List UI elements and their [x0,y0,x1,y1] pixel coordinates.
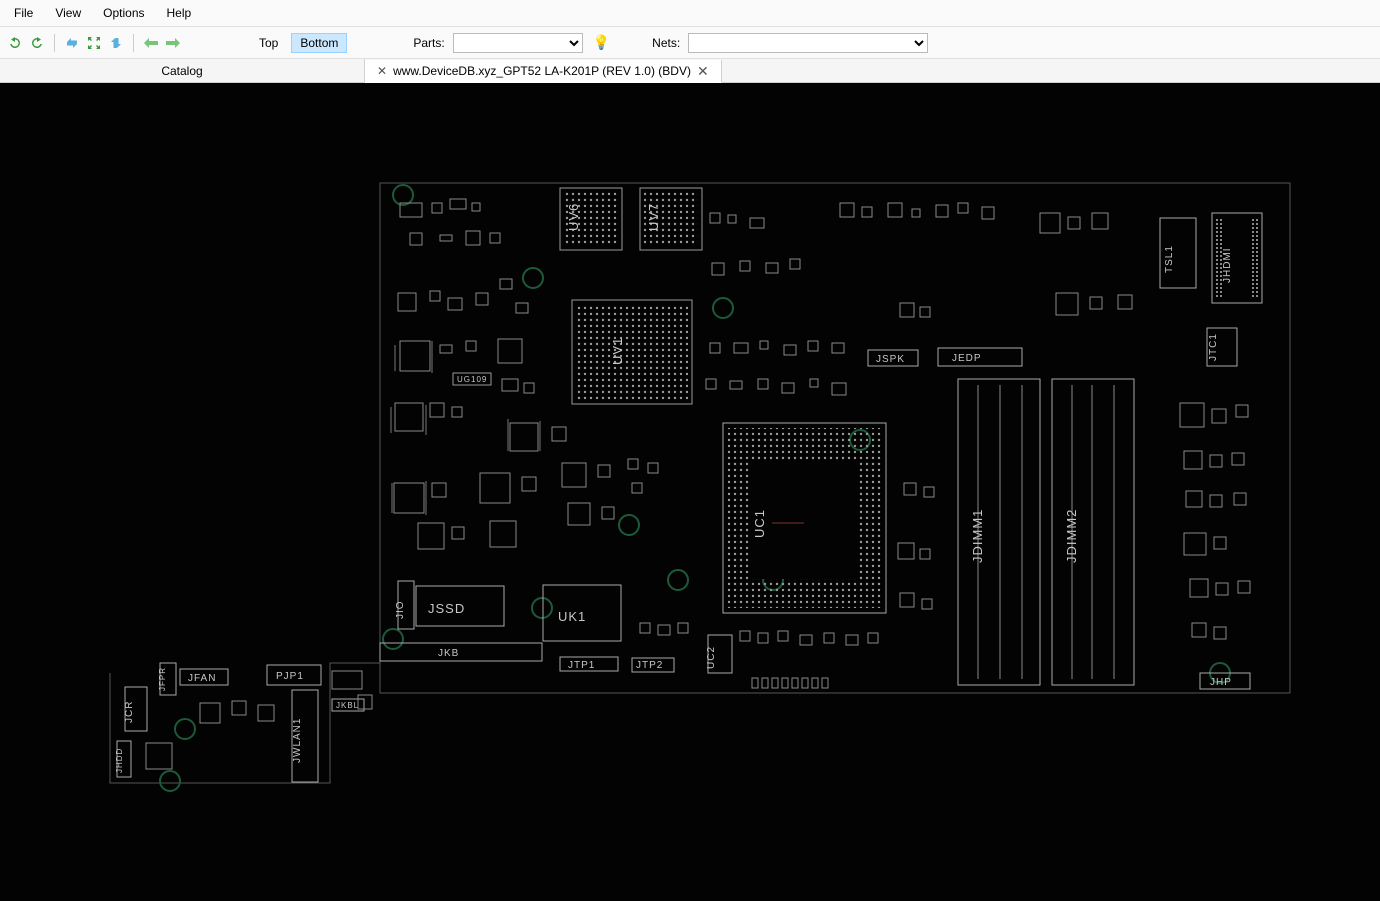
rotate-ccw-icon[interactable] [6,34,24,52]
shuffle-icon: ✕ [377,64,387,78]
svg-text:UV1: UV1 [610,337,625,365]
svg-text:JDIMM2: JDIMM2 [1064,509,1079,563]
board-canvas[interactable]: UV6 UV7 UV1 UC1 JDIMM1 JDIMM2 JSPK JEDP … [0,83,1380,901]
menu-help[interactable]: Help [157,2,202,24]
bulb-icon[interactable]: 💡 [593,34,610,51]
zoom-out-icon[interactable] [63,34,81,52]
svg-text:JTP2: JTP2 [636,660,663,671]
menu-view[interactable]: View [45,2,91,24]
svg-text:JFPR: JFPR [158,667,167,691]
svg-text:JSSD: JSSD [428,601,465,616]
menu-file[interactable]: File [4,2,43,24]
tab-catalog[interactable]: Catalog [0,59,365,82]
tabs-row: Catalog ✕ www.DeviceDB.xyz_GPT52 LA-K201… [0,59,1380,83]
toolbar-separator [54,34,55,52]
svg-text:JEDP: JEDP [952,353,982,364]
svg-text:JKBL: JKBL [336,701,359,710]
parts-select[interactable] [453,33,583,53]
svg-text:JTP1: JTP1 [568,660,595,671]
svg-text:UK1: UK1 [558,609,586,624]
tab-boardview[interactable]: ✕ www.DeviceDB.xyz_GPT52 LA-K201P (REV 1… [365,60,722,83]
svg-text:TSL1: TSL1 [1164,245,1175,273]
svg-text:UV7: UV7 [646,203,661,231]
menubar: File View Options Help [0,0,1380,27]
svg-text:PJP1: PJP1 [276,671,304,682]
svg-text:JHDMI: JHDMI [1222,247,1233,283]
tab-file-label: www.DeviceDB.xyz_GPT52 LA-K201P (REV 1.0… [393,64,691,78]
svg-text:JFAN: JFAN [188,673,216,684]
svg-text:JDIMM1: JDIMM1 [970,509,985,563]
svg-text:JHP: JHP [1210,677,1232,688]
zoom-in-icon[interactable] [107,34,125,52]
svg-text:JTC1: JTC1 [1208,333,1219,361]
svg-text:JIO: JIO [395,600,406,619]
arrow-right-icon[interactable] [164,34,182,52]
zoom-fit-icon[interactable] [85,34,103,52]
svg-text:UG109: UG109 [457,375,487,384]
rotate-cw-icon[interactable] [28,34,46,52]
svg-text:JKB: JKB [438,648,459,659]
nets-label: Nets: [652,36,680,50]
close-tab-icon[interactable]: ✕ [697,63,709,80]
svg-text:JCR: JCR [124,701,135,723]
toolbar: Top Bottom Parts: 💡 Nets: [0,27,1380,59]
arrow-left-icon[interactable] [142,34,160,52]
svg-text:UC1: UC1 [752,509,767,538]
parts-label: Parts: [413,36,444,50]
toolbar-separator [133,34,134,52]
svg-text:UV6: UV6 [566,203,581,231]
svg-text:JSPK: JSPK [876,354,905,365]
nets-select[interactable] [688,33,928,53]
svg-text:UC2: UC2 [706,646,717,669]
top-layer-toggle[interactable]: Top [250,33,287,53]
svg-text:JHDD: JHDD [115,748,124,773]
bottom-layer-toggle[interactable]: Bottom [291,33,347,53]
menu-options[interactable]: Options [93,2,154,24]
svg-text:JWLAN1: JWLAN1 [292,718,303,763]
